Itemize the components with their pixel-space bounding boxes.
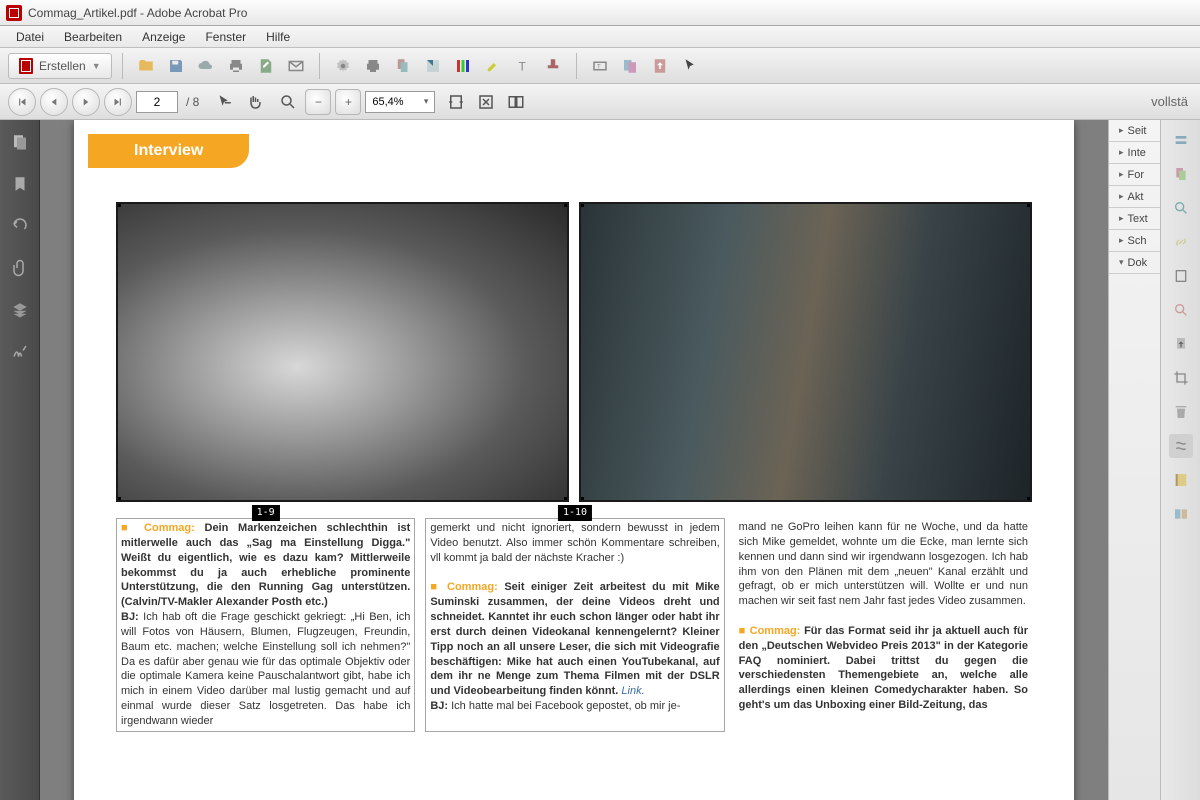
save-icon[interactable] [163,53,189,79]
pointer-icon[interactable] [677,53,703,79]
text-column-2[interactable]: 1-10 gemerkt und nicht ignoriert, sonder… [425,518,724,732]
tool-notebook-icon[interactable] [1169,468,1193,492]
pane-forms[interactable]: For [1109,164,1160,186]
sidebar-left [0,120,40,800]
pane-text[interactable]: Text [1109,208,1160,230]
zoom-out-icon[interactable]: − [305,89,331,115]
main-area: Interview 1-8 1-11 1-9 ■ C [0,120,1200,800]
first-page-icon[interactable] [8,88,36,116]
tool-optimize-icon[interactable] [1169,128,1193,152]
menu-help[interactable]: Hilfe [256,28,300,46]
fit-width-icon[interactable] [443,89,469,115]
select-icon[interactable] [420,53,446,79]
pdf-page: Interview 1-8 1-11 1-9 ■ C [74,120,1074,800]
section-heading: Interview [88,134,249,168]
menu-edit[interactable]: Bearbeiten [54,28,132,46]
zoom-level-select[interactable]: 65,4% [365,91,435,113]
gear-icon[interactable] [330,53,356,79]
bookmarks-icon[interactable] [8,172,32,196]
next-page-icon[interactable] [72,88,100,116]
pane-content[interactable]: Inte [1109,142,1160,164]
region-tag: 1-10 [558,505,592,521]
tool-search-icon[interactable] [1169,196,1193,220]
thumbnails-icon[interactable] [8,130,32,154]
print-settings-icon[interactable] [360,53,386,79]
signatures-icon[interactable] [8,340,32,364]
tool-crop-icon[interactable] [1169,366,1193,390]
two-page-icon[interactable] [503,89,529,115]
print-icon[interactable] [223,53,249,79]
document-viewport[interactable]: Interview 1-8 1-11 1-9 ■ C [40,120,1108,800]
open-icon[interactable] [133,53,159,79]
menu-bar: Datei Bearbeiten Anzeige Fenster Hilfe [0,26,1200,48]
page-total-label: / 8 [182,95,203,109]
attachments-icon[interactable] [8,256,32,280]
pane-protect[interactable]: Sch [1109,230,1160,252]
article-image-left[interactable]: 1-8 [116,202,569,502]
menu-view[interactable]: Anzeige [132,28,195,46]
view-mode-label[interactable]: vollstä [1151,94,1192,109]
tool-trash-icon[interactable] [1169,400,1193,424]
toolbar-primary: Erstellen ▼ T T [0,48,1200,84]
zoom-in-icon[interactable]: + [335,89,361,115]
text-column-3[interactable]: mand ne GoPro leihen kann für ne Woche, … [735,518,1032,732]
fit-page-icon[interactable] [473,89,499,115]
sidebar-right-tools [1160,120,1200,800]
region-tag: 1-8 [336,202,364,203]
right-task-pane: Seit Inte For Akt Text Sch Dok [1108,120,1160,800]
chevron-down-icon: ▼ [92,61,101,71]
pane-actions[interactable]: Akt [1109,186,1160,208]
text-column-1[interactable]: 1-9 ■ Commag: Dein Markenzeichen schlech… [116,518,415,732]
export-icon[interactable] [647,53,673,79]
layers-icon[interactable] [8,298,32,322]
svg-text:T: T [597,64,601,70]
toolbar-navigation: / 8 − + 65,4% vollstä [0,84,1200,120]
window-title: Commag_Artikel.pdf - Adobe Acrobat Pro [28,6,247,20]
menu-file[interactable]: Datei [6,28,54,46]
undo-icon[interactable] [8,214,32,238]
mail-icon[interactable] [283,53,309,79]
app-icon [6,5,22,21]
text-icon[interactable]: T [510,53,536,79]
create-button[interactable]: Erstellen ▼ [8,53,112,79]
tool-compare-icon[interactable] [1169,502,1193,526]
tool-bookmark-icon[interactable] [1169,264,1193,288]
page-number-input[interactable] [136,91,178,113]
tool-pages-icon[interactable] [1169,162,1193,186]
pane-pages[interactable]: Seit [1109,120,1160,142]
pdf-icon [19,58,33,74]
tool-export-icon[interactable] [1169,332,1193,356]
prev-page-icon[interactable] [40,88,68,116]
hand-tool-icon[interactable] [241,89,267,115]
select-tool-icon[interactable] [211,89,237,115]
combine-icon[interactable] [617,53,643,79]
pages-icon[interactable] [390,53,416,79]
color-bars-icon[interactable] [450,53,476,79]
last-page-icon[interactable] [104,88,132,116]
tool-link-icon[interactable] [1169,230,1193,254]
edit-doc-icon[interactable] [253,53,279,79]
form-field-icon[interactable]: T [587,53,613,79]
title-bar: Commag_Artikel.pdf - Adobe Acrobat Pro [0,0,1200,26]
tool-reorder-icon[interactable] [1169,434,1193,458]
menu-window[interactable]: Fenster [195,28,256,46]
pane-document[interactable]: Dok [1109,252,1160,274]
article-image-right[interactable]: 1-11 [579,202,1032,502]
region-tag: 1-11 [799,202,833,203]
cloud-icon[interactable] [193,53,219,79]
zoom-marquee-icon[interactable] [275,89,301,115]
svg-text:T: T [518,59,526,73]
highlight-icon[interactable] [480,53,506,79]
stamp-icon[interactable] [540,53,566,79]
tool-zoom-icon[interactable] [1169,298,1193,322]
region-tag: 1-9 [252,505,280,521]
